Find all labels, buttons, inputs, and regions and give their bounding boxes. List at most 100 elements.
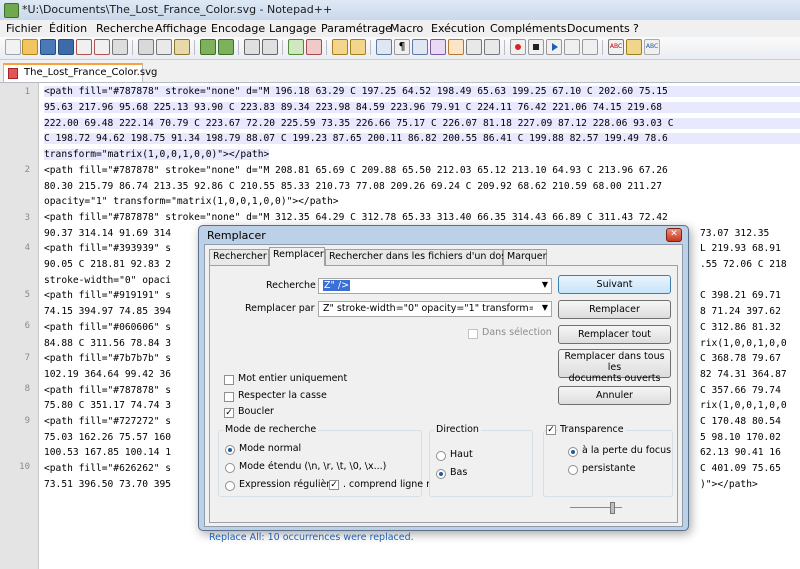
indent-guide-icon[interactable] [412, 39, 428, 55]
menu-encodage[interactable]: Encodage [211, 22, 265, 35]
code-line: C 198.72 94.62 198.75 91.34 198.79 88.07… [44, 133, 800, 144]
search-input[interactable]: Z" /> ▼ [318, 278, 552, 294]
wrap-label: Boucler [238, 406, 274, 417]
redo-icon[interactable] [218, 39, 234, 55]
macro-save-icon[interactable] [582, 39, 598, 55]
menu-execution[interactable]: Exécution [431, 22, 485, 35]
zoom-out-icon[interactable] [306, 39, 322, 55]
replace-dialog: Remplacer ✕ Rechercher Remplacer Recherc… [198, 225, 689, 543]
zoom-in-icon[interactable] [288, 39, 304, 55]
new-file-icon[interactable] [5, 39, 21, 55]
replace-all-button[interactable]: Remplacer tout [558, 325, 671, 344]
undo-icon[interactable] [200, 39, 216, 55]
line-number: 3 [24, 213, 30, 223]
tab-marquer[interactable]: Marquer [503, 249, 547, 265]
direction-up-radio[interactable] [436, 451, 446, 461]
unsaved-file-icon [8, 68, 18, 79]
spell-dict-icon[interactable] [626, 39, 642, 55]
copy-icon[interactable] [156, 39, 172, 55]
replace-all-docs-line2: documents ouverts [568, 373, 661, 384]
code-line: 75.03 162.26 75.57 160 [44, 432, 172, 443]
line-number: 7 [24, 353, 30, 363]
in-selection-checkbox[interactable] [468, 329, 478, 339]
transparency-group: ✓ Transparence à la perte du focus persi… [543, 424, 673, 497]
menu-edition[interactable]: Édition [49, 22, 87, 35]
transparency-focus-loss-label: à la perte du focus [582, 445, 672, 456]
transparency-slider-thumb[interactable] [610, 502, 615, 514]
line-number: 6 [24, 321, 30, 331]
whole-word-checkbox[interactable] [224, 375, 234, 385]
tab-rechercher-dossier[interactable]: Rechercher dans les fichiers d'un dossie… [325, 249, 524, 265]
direction-down-radio[interactable] [436, 469, 446, 479]
tab-remplacer[interactable]: Remplacer [269, 247, 325, 266]
code-line-fragment: 62.13 90.41 16 [700, 447, 781, 458]
print-icon[interactable] [112, 39, 128, 55]
cut-icon[interactable] [138, 39, 154, 55]
sync-vertical-icon[interactable] [332, 39, 348, 55]
save-icon[interactable] [40, 39, 56, 55]
code-line-fragment: 73.07 312.35 [700, 228, 770, 239]
match-case-checkbox[interactable] [224, 392, 234, 402]
document-tab[interactable]: The_Lost_France_Color.svg [3, 63, 157, 82]
toolbar: ¶ ABC ABC [0, 37, 800, 60]
mode-regex-radio[interactable] [225, 481, 235, 491]
macro-stop-icon[interactable] [528, 39, 544, 55]
transparency-focus-loss-radio[interactable] [568, 447, 578, 457]
word-wrap-icon[interactable] [376, 39, 392, 55]
code-line: 95.63 217.96 95.68 225.13 93.90 C 223.83… [44, 102, 800, 113]
cancel-button[interactable]: Annuler [558, 386, 671, 405]
toolbar-separator [326, 40, 327, 55]
menu-langage[interactable]: Langage [269, 22, 316, 35]
menu-affichage[interactable]: Affichage [155, 22, 207, 35]
menu-help[interactable]: ? [633, 22, 639, 35]
replace-icon[interactable] [262, 39, 278, 55]
doc-map-icon[interactable] [448, 39, 464, 55]
dialog-body: Rechercher Remplacer Rechercher dans les… [204, 244, 683, 543]
menu-parametrage[interactable]: Paramétrage [321, 22, 392, 35]
menu-complements[interactable]: Compléments [490, 22, 566, 35]
code-line-fragment: 8 71.24 397.62 [700, 306, 781, 317]
menu-recherche[interactable]: Recherche [96, 22, 154, 35]
mode-normal-radio[interactable] [225, 445, 235, 455]
close-icon[interactable]: ✕ [666, 228, 682, 242]
notepadpp-app-icon [4, 3, 19, 18]
status-message: Replace All: 10 occurrences were replace… [209, 532, 414, 543]
save-all-icon[interactable] [58, 39, 74, 55]
function-list-icon[interactable] [466, 39, 482, 55]
paste-icon[interactable] [174, 39, 190, 55]
find-next-button[interactable]: Suivant [558, 275, 671, 294]
replace-input[interactable]: Z" stroke-width="0" opacity="1" transfor… [318, 301, 552, 317]
replace-all-open-docs-button[interactable]: Remplacer dans tous les documents ouvert… [558, 349, 671, 384]
close-all-icon[interactable] [94, 39, 110, 55]
close-icon[interactable] [76, 39, 92, 55]
dot-newline-checkbox[interactable]: ✓ [329, 480, 339, 490]
transparency-always-radio[interactable] [568, 465, 578, 475]
replace-button[interactable]: Remplacer [558, 300, 671, 319]
code-line: transform="matrix(1,0,0,1,0,0)"></path> [44, 149, 270, 160]
mode-extended-radio[interactable] [225, 463, 235, 473]
toolbar-separator [132, 40, 133, 55]
find-icon[interactable] [244, 39, 260, 55]
macro-record-icon[interactable] [510, 39, 526, 55]
sync-horizontal-icon[interactable] [350, 39, 366, 55]
line-number: 5 [24, 290, 30, 300]
menu-macro[interactable]: Macro [390, 22, 423, 35]
line-number-gutter: 1 2 3 4 5 6 7 8 9 10 [0, 83, 39, 569]
replace-all-docs-line1: Remplacer dans tous les [564, 351, 665, 373]
menu-documents[interactable]: Documents [567, 22, 630, 35]
lang-icon[interactable] [430, 39, 446, 55]
tab-rechercher[interactable]: Rechercher [209, 249, 269, 265]
code-line-fragment: rix(1,0,0,1,0,0 [700, 338, 787, 349]
line-number: 10 [19, 462, 30, 472]
open-file-icon[interactable] [22, 39, 38, 55]
macro-play-icon[interactable] [546, 39, 562, 55]
direction-group: Direction Haut Bas [429, 424, 533, 497]
menu-fichier[interactable]: Fichier [6, 22, 42, 35]
chevron-down-icon[interactable]: ▼ [542, 280, 548, 289]
code-line-fragment: .55 72.06 C 218 [700, 259, 787, 270]
transparency-checkbox[interactable]: ✓ [546, 425, 556, 435]
wrap-checkbox[interactable]: ✓ [224, 408, 234, 418]
macro-run-multiple-icon[interactable] [564, 39, 580, 55]
folder-workspace-icon[interactable] [484, 39, 500, 55]
chevron-down-icon[interactable]: ▼ [542, 303, 548, 312]
